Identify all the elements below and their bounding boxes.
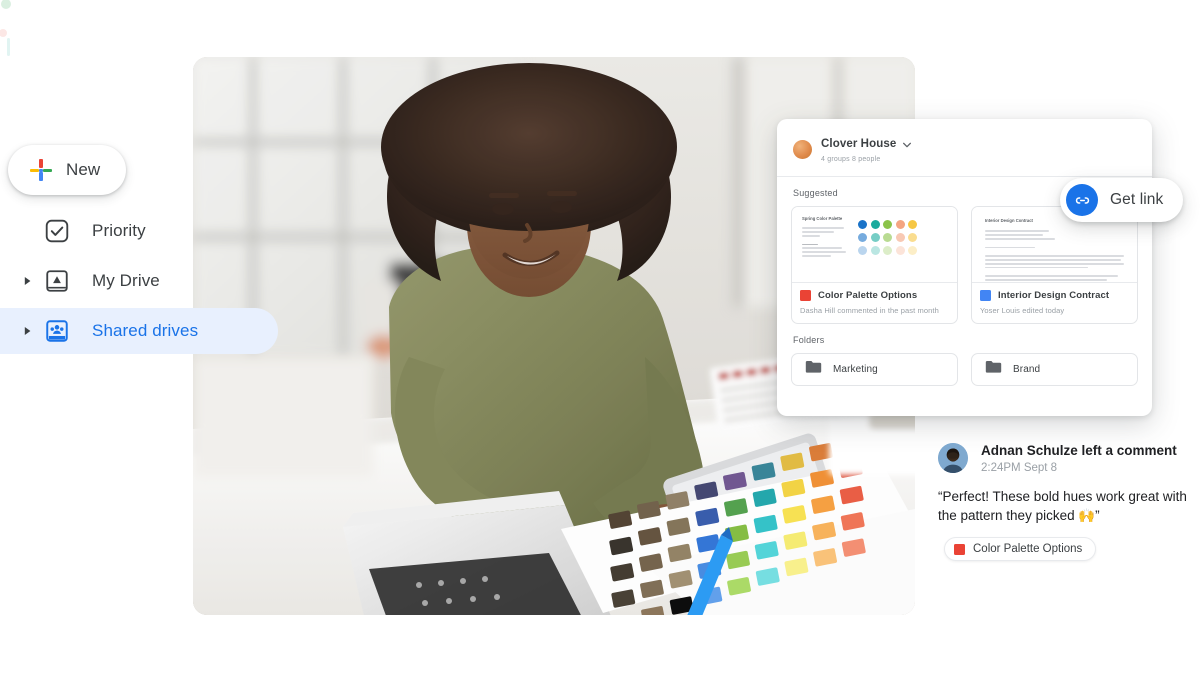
- get-link-button[interactable]: Get link: [1060, 178, 1184, 222]
- folder-card-brand[interactable]: Brand: [971, 353, 1138, 387]
- file-meta: Color Palette Options Dasha Hill comment…: [792, 282, 957, 323]
- expand-caret-my-drive[interactable]: [14, 276, 42, 286]
- suggested-files-row: Spring Color Palette Color Palette Optio…: [791, 206, 1138, 325]
- file-name: Color Palette Options: [818, 290, 918, 302]
- drive-card-header: Clover House 4 groups 8 people: [791, 133, 1138, 176]
- folder-card-marketing[interactable]: Marketing: [791, 353, 958, 387]
- sidebar-item-shared-drives[interactable]: Shared drives: [0, 308, 278, 354]
- sidebar-item-priority-label: Priority: [92, 221, 146, 240]
- comment-timestamp: 2:24PM Sept 8: [981, 462, 1058, 474]
- drive-subtitle: 4 groups 8 people: [821, 156, 881, 164]
- folder-icon: [805, 360, 822, 379]
- expand-caret-shared-drives[interactable]: [14, 326, 42, 336]
- file-meta: Interior Design Contract Yoser Louis edi…: [972, 282, 1137, 323]
- comment-author-line: Adnan Schulze left a comment: [981, 443, 1177, 458]
- comment-header: Adnan Schulze left a comment 2:24PM Sept…: [938, 443, 1196, 474]
- file-activity: Yoser Louis edited today: [980, 306, 1065, 316]
- file-name: Interior Design Contract: [998, 290, 1110, 302]
- comment-text: “Perfect! These bold hues work great wit…: [938, 489, 1187, 524]
- sidebar-item-priority[interactable]: Priority: [0, 208, 278, 254]
- chevron-down-icon[interactable]: [903, 135, 912, 153]
- palette-swatch-grid: [858, 216, 918, 258]
- file-activity: Dasha Hill commented in the past month: [800, 306, 939, 316]
- folder-icon: [985, 360, 1002, 379]
- priority-check-icon: [44, 218, 70, 244]
- get-link-label: Get link: [1110, 191, 1164, 208]
- comment-header-text: Adnan Schulze left a comment 2:24PM Sept…: [981, 443, 1177, 474]
- my-drive-icon: [44, 268, 70, 294]
- sidebar-item-my-drive[interactable]: My Drive: [0, 258, 278, 304]
- comment-notification: Adnan Schulze left a comment 2:24PM Sept…: [938, 443, 1196, 562]
- new-button[interactable]: New: [8, 145, 126, 195]
- file-card-interior-design-contract[interactable]: Interior Design Contract Interior Design…: [971, 206, 1138, 325]
- shared-drive-card: Clover House 4 groups 8 people Suggested…: [777, 119, 1152, 416]
- file-thumbnail-palette: Spring Color Palette: [792, 207, 957, 283]
- comment-file-chip-label: Color Palette Options: [973, 543, 1083, 556]
- comment-file-chip[interactable]: Color Palette Options: [944, 537, 1097, 562]
- google-docs-icon: [980, 290, 991, 302]
- link-icon: [1066, 184, 1098, 216]
- new-button-label: New: [66, 160, 101, 179]
- drive-avatar: [793, 140, 812, 160]
- sidebar-item-my-drive-label: My Drive: [92, 271, 160, 290]
- folders-row: Marketing Brand: [791, 353, 1138, 387]
- google-plus-icon: [30, 159, 52, 181]
- screenshot-root: New Priority My Drive Shared drives Clov…: [0, 0, 1200, 675]
- drive-card-titles: Clover House 4 groups 8 people: [821, 135, 912, 164]
- folders-label: Folders: [793, 335, 825, 346]
- shared-drives-icon: [44, 318, 70, 344]
- pdf-icon: [954, 543, 965, 555]
- file-card-color-palette-options[interactable]: Spring Color Palette Color Palette Optio…: [791, 206, 958, 325]
- folder-name: Marketing: [833, 364, 878, 376]
- folder-name: Brand: [1013, 364, 1041, 376]
- drive-title: Clover House: [821, 137, 897, 150]
- decorative-flecks: [0, 0, 11, 56]
- sidebar-item-shared-drives-label: Shared drives: [92, 321, 199, 340]
- avatar: [938, 443, 968, 473]
- palette-thumb-title: Spring Color Palette: [802, 216, 843, 222]
- pdf-icon: [800, 290, 811, 302]
